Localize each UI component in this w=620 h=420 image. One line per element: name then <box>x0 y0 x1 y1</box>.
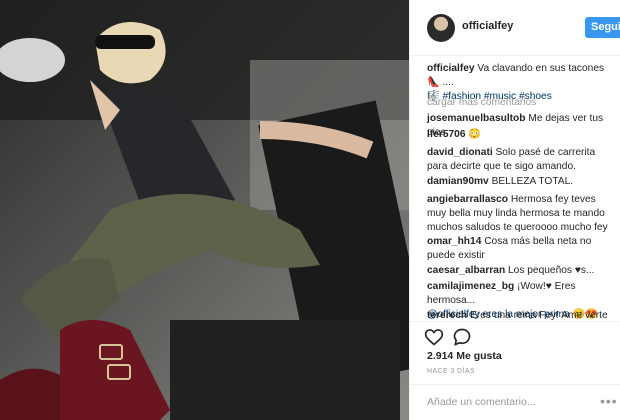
post-header: officialfey Seguir <box>410 0 620 56</box>
comment-username[interactable]: lfer5706 <box>427 129 466 140</box>
comment-username[interactable]: tererech <box>427 310 467 321</box>
list-item: caesar_albarran Los pequeños ♥s... <box>427 264 617 278</box>
heart-icon[interactable] <box>424 327 444 347</box>
comments-list: officialfey Va clavando en sus tacones 👠… <box>410 62 620 322</box>
comment-username[interactable]: angiebarrallasco <box>427 194 508 205</box>
comment-username[interactable]: omar_hh14 <box>427 236 481 247</box>
comment-username[interactable]: josemanuelbasultob <box>427 113 526 124</box>
comment-username[interactable]: david_dionati <box>427 147 493 158</box>
follow-button[interactable]: Seguir <box>585 17 620 38</box>
list-item: damian90mv BELLEZA TOTAL. <box>427 175 617 189</box>
comment-username[interactable]: damian90mv <box>427 176 489 187</box>
likes-count[interactable]: 2.914 Me gusta <box>427 350 502 362</box>
list-item: angiebarrallasco Hermosa fey teves muy b… <box>427 193 617 235</box>
list-item: lfer5706 😳 <box>427 128 617 142</box>
caption-username[interactable]: officialfey <box>427 63 475 74</box>
add-comment-input[interactable]: Añade un comentario... <box>427 396 536 408</box>
list-item: omar_hh14 Cosa más bella neta no puede e… <box>427 235 617 263</box>
comment-text: Los pequeños ♥s... <box>508 265 595 276</box>
comment-icon[interactable] <box>452 327 472 347</box>
comment-username[interactable]: camilajimenez_bg <box>427 281 514 292</box>
post-timestamp[interactable]: HACE 3 DÍAS <box>427 368 475 375</box>
avatar[interactable] <box>427 14 455 42</box>
post-photo[interactable] <box>0 0 409 420</box>
load-more-comments[interactable]: cargar más comentarios <box>427 96 617 110</box>
post-sidebar: officialfey Seguir officialfey Va clavan… <box>409 0 620 420</box>
list-item: david_dionati Solo pasé de carrerita par… <box>427 146 617 174</box>
comment-text: 😳 <box>468 129 482 140</box>
divider <box>410 321 620 322</box>
comment-text: BELLEZA TOTAL. <box>491 176 574 187</box>
comment-username[interactable]: caesar_albarran <box>427 265 505 276</box>
username-link[interactable]: officialfey <box>462 20 513 32</box>
more-options-icon[interactable]: ••• <box>600 393 618 409</box>
divider <box>410 384 620 385</box>
